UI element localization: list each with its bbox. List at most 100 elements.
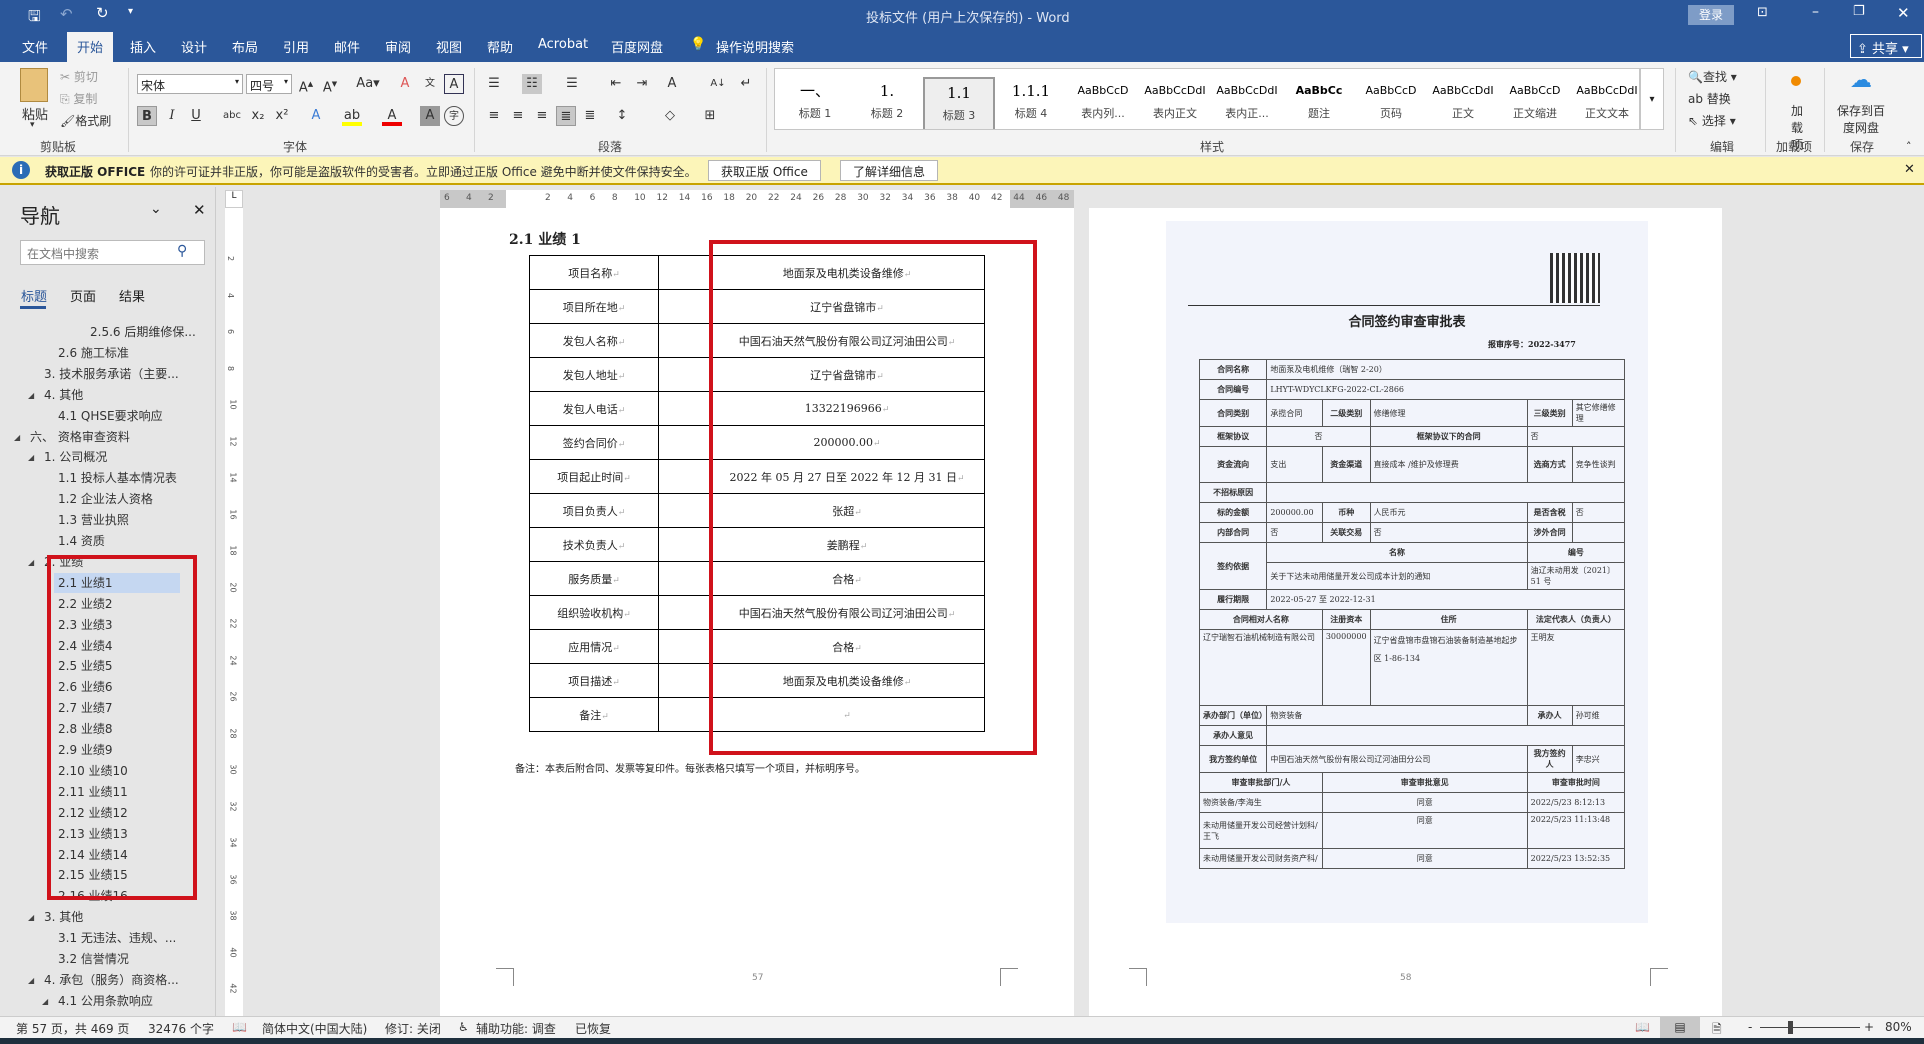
collapse-ribbon-icon[interactable]: ˄ [1906,140,1912,153]
tell-me-search[interactable]: 操作说明搜索 [716,37,794,56]
nav-tab-results[interactable]: 结果 [119,286,145,305]
style-8[interactable]: AaBbCcD 页码 [1355,77,1427,129]
font-name-select[interactable]: 宋体 ▾ [137,74,243,94]
zoom-level[interactable]: 80% [1885,1020,1912,1034]
nav-item[interactable]: 1. 公司概况 [44,447,107,467]
close-message-icon[interactable]: ✕ [1904,162,1915,177]
show-marks-icon[interactable]: ↵ [736,74,756,94]
save-to-baidu-button[interactable]: 保存到百度网盘 [1834,102,1888,136]
nav-item[interactable]: 1.4 资质 [58,531,105,551]
track-changes[interactable]: 修订: 关闭 [385,1020,441,1037]
tab-view[interactable]: 视图 [436,37,462,56]
nav-item[interactable]: 4.1 公用条款响应 [58,991,153,1011]
save-icon[interactable]: 🖫 [28,6,41,31]
style-5[interactable]: AaBbCcDdI 表内正文 [1139,77,1211,129]
nav-tab-pages[interactable]: 页面 [70,286,96,305]
phonetic-guide-icon[interactable]: 文 [420,74,440,94]
paste-icon[interactable] [20,68,48,102]
line-spacing-icon[interactable]: ↕ [612,106,632,126]
nav-options-icon[interactable]: ⌄ [150,201,162,217]
increase-indent-icon[interactable]: ⇥ [632,74,652,94]
tab-file[interactable]: 文件 [22,37,48,56]
tab-insert[interactable]: 插入 [130,37,156,56]
nav-tab-headings[interactable]: 标题 [21,286,47,305]
italic-icon[interactable]: I [162,106,182,126]
zoom-in-button[interactable]: + [1864,1020,1874,1034]
search-icon[interactable]: ⚲ [177,243,187,259]
page-count[interactable]: 第 57 页，共 469 页 [16,1020,129,1037]
accessibility-status[interactable]: 辅助功能: 调查 [476,1020,556,1037]
redo-icon[interactable]: ↻ [96,4,109,22]
nav-item[interactable]: 3.1 无违法、违规、... [58,928,176,948]
underline-icon[interactable]: U [186,106,206,126]
learn-more-button[interactable]: 了解详细信息 [840,160,939,181]
clear-formatting-icon[interactable]: A [395,74,415,94]
tab-home[interactable]: 开始 [67,32,114,62]
shrink-font-icon[interactable]: A▼ [320,74,340,95]
horizontal-ruler[interactable]: 6 4 2 2 4 6 8 10 12 14 16 18 20 22 24 26 28 30 32 34 36 38 40 4… [440,190,1074,208]
nav-item[interactable]: 1.2 企业法人资格 [58,489,153,509]
language[interactable]: 简体中文(中国大陆) [262,1020,367,1037]
tab-baidu-netdisk[interactable]: 百度网盘 [611,37,663,56]
strikethrough-icon[interactable]: abc [222,106,242,126]
zoom-out-button[interactable]: - [1748,1020,1752,1034]
nav-search-input[interactable]: 在文档中搜索 ⚲ [20,240,205,265]
restore-icon[interactable]: ❐ [1853,4,1865,19]
style-4[interactable]: AaBbCcD 表内列... [1067,77,1139,129]
enclose-characters-icon[interactable]: 字 [444,106,464,126]
text-effects-icon[interactable]: A [306,106,326,126]
bold-icon[interactable]: B [137,106,157,126]
style-7[interactable]: AaBbCc 题注 [1283,77,1355,129]
minimize-icon[interactable]: – [1812,4,1819,20]
asian-layout-icon[interactable]: A [662,74,682,94]
nav-item[interactable]: 4.1 QHSE要求响应 [58,406,163,426]
login-button[interactable]: 登录 [1688,5,1734,25]
word-count[interactable]: 32476 个字 [148,1020,214,1037]
subscript-icon[interactable]: x₂ [248,106,268,126]
tab-help[interactable]: 帮助 [487,37,513,56]
ribbon-display-icon[interactable]: ⊡ [1757,5,1768,20]
sort-icon[interactable]: A↓ [708,74,728,94]
nav-item[interactable]: 2.6 施工标准 [58,343,129,363]
style-10[interactable]: AaBbCcD 正文缩进 [1499,77,1571,129]
replace-button[interactable]: ab 替换 [1688,90,1731,107]
tab-layout[interactable]: 布局 [232,37,258,56]
style-6[interactable]: AaBbCcDdI 表内正... [1211,77,1283,129]
justify-icon[interactable]: ≣ [556,106,576,126]
bullets-icon[interactable]: ☰ [484,74,504,94]
nav-item[interactable]: 3. 其他 [44,907,83,927]
character-border-icon[interactable]: A [444,74,464,94]
style-11[interactable]: AaBbCcDdI 正文文本 [1571,77,1639,129]
cut-button[interactable]: ✂ 剪切 [60,68,98,85]
borders-icon[interactable]: ⊞ [700,106,720,126]
superscript-icon[interactable]: x² [272,106,292,126]
nav-item[interactable]: 六、 资格审查资料 [30,427,130,447]
close-icon[interactable]: ✕ [1897,4,1910,22]
shading-icon[interactable]: ◇ [660,106,680,126]
collapse-arrow-icon[interactable]: ◢ [42,997,48,1006]
align-right-icon[interactable]: ≡ [532,106,552,126]
character-shading-icon[interactable]: A [420,106,440,126]
nav-item[interactable]: 2.5.6 后期维修保... [90,322,196,342]
proofing-icon[interactable]: 📖 [232,1020,247,1034]
tab-mailings[interactable]: 邮件 [334,37,360,56]
collapse-arrow-icon[interactable]: ◢ [14,433,20,442]
collapse-arrow-icon[interactable]: ◢ [28,976,34,985]
tab-selector[interactable]: L [225,190,243,208]
style-1[interactable]: 1. 标题 2 [851,77,923,129]
print-layout-icon[interactable]: ▤ [1660,1017,1700,1038]
nav-item[interactable]: 3.2 信誉情况 [58,949,129,969]
change-case-icon[interactable]: Aa▾ [352,74,384,94]
nav-item[interactable]: 4. 承包（服务）商资格... [44,970,179,990]
nav-item[interactable]: 3. 技术服务承诺（主要... [44,364,179,384]
tab-review[interactable]: 审阅 [385,37,411,56]
nav-item[interactable]: 1.1 投标人基本情况表 [58,468,177,488]
share-button[interactable]: ⇪ 共享 ▾ [1850,34,1922,58]
nav-item[interactable]: 4. 其他 [44,385,83,405]
style-9[interactable]: AaBbCcDdI 正文 [1427,77,1499,129]
collapse-arrow-icon[interactable]: ◢ [28,391,34,400]
nav-item[interactable]: 1.3 营业执照 [58,510,129,530]
customize-qat-icon[interactable]: ▾ [128,6,133,17]
style-0[interactable]: 一、 标题 1 [779,77,851,129]
tab-references[interactable]: 引用 [283,37,309,56]
